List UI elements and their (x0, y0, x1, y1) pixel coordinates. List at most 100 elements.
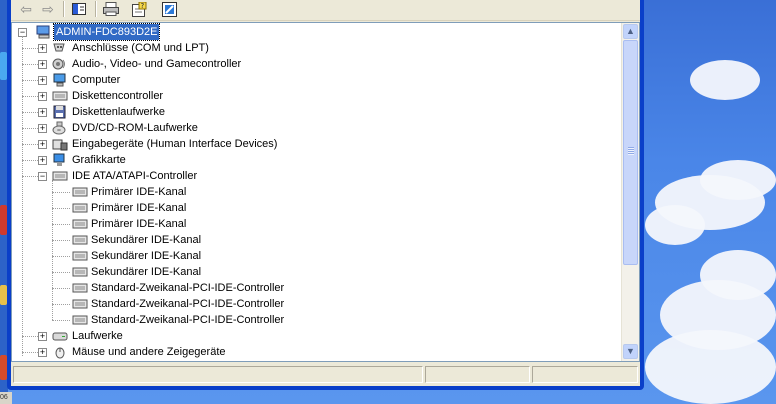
ide-channel-icon (72, 217, 88, 231)
tree-item-label: Sekundärer IDE-Kanal (91, 266, 202, 278)
tree-item-label: ADMIN-FDC893D2E (52, 23, 161, 41)
scroll-down-button[interactable]: ▼ (623, 344, 638, 359)
tree-item-label: Sekundärer IDE-Kanal (91, 250, 202, 262)
tree-item-label: Sekundärer IDE-Kanal (91, 234, 202, 246)
display-icon (52, 153, 68, 167)
tree-device-item[interactable]: Sekundärer IDE-Kanal (12, 264, 612, 280)
tree-item-label: Computer (72, 74, 121, 86)
tree-device-item[interactable]: Sekundärer IDE-Kanal (12, 232, 612, 248)
expand-toggle-icon[interactable]: + (38, 44, 47, 53)
vertical-scrollbar[interactable]: ▲ ▼ (621, 23, 639, 361)
ide-controller-icon (52, 169, 68, 183)
expand-toggle-icon[interactable]: + (38, 60, 47, 69)
collapse-toggle-icon[interactable]: − (38, 172, 47, 181)
forward-arrow-icon[interactable]: ⇨ (37, 0, 59, 19)
ide-channel-icon (72, 265, 88, 279)
tree-device-item[interactable]: Standard-Zweikanal-PCI-IDE-Controller (12, 296, 612, 312)
tree-connector-line (52, 304, 70, 305)
port-icon (52, 41, 68, 55)
desktop-icon[interactable] (0, 205, 7, 235)
audio-icon (52, 57, 68, 71)
tree-connector-line (52, 224, 70, 225)
tree-device-item[interactable]: Sekundärer IDE-Kanal (12, 248, 612, 264)
ide-channel-icon (72, 201, 88, 215)
svg-text:?: ? (141, 2, 145, 10)
tree-connector-line (52, 208, 70, 209)
cdrom-icon (52, 121, 68, 135)
device-tree[interactable]: − ADMIN-FDC893D2E + Anschlüsse (COM und LPT… (12, 23, 623, 361)
tree-item-label: Anschlüsse (COM und LPT) (72, 42, 209, 54)
expand-toggle-icon[interactable]: + (38, 156, 47, 165)
drive-icon (52, 329, 68, 343)
properties-icon[interactable]: ? (128, 0, 150, 19)
tree-category-item[interactable]: + Diskettenlaufwerke (12, 104, 612, 120)
ide-channel-icon (72, 281, 88, 295)
tree-item-label: Diskettencontroller (72, 90, 164, 102)
tree-connector-line (52, 240, 70, 241)
expand-toggle-icon[interactable]: + (38, 348, 47, 357)
tree-category-item[interactable]: + Mäuse und andere Zeigegeräte (12, 344, 612, 360)
tree-category-item[interactable]: − IDE ATA/ATAPI-Controller (12, 168, 612, 184)
toolbar-separator (63, 1, 65, 17)
tree-connector-line (52, 256, 70, 257)
ide-channel-icon (72, 313, 88, 327)
scrollbar-thumb[interactable] (623, 40, 638, 265)
status-pane-main (13, 366, 423, 383)
computer-icon (36, 25, 52, 39)
tree-item-label: IDE ATA/ATAPI-Controller (72, 170, 198, 182)
toolbar-separator (95, 1, 97, 17)
tree-item-label: Standard-Zweikanal-PCI-IDE-Controller (91, 298, 285, 310)
tree-device-item[interactable]: Primärer IDE-Kanal (12, 184, 612, 200)
taskbar-corner-text: 06 (0, 394, 8, 401)
tree-item-label: Diskettenlaufwerke (72, 106, 165, 118)
desktop-icon[interactable] (0, 355, 7, 380)
controller-icon (52, 89, 68, 103)
hid-icon (52, 137, 68, 151)
tree-item-label: Grafikkarte (72, 154, 126, 166)
update-driver-icon[interactable] (159, 0, 181, 19)
tree-device-item[interactable]: Standard-Zweikanal-PCI-IDE-Controller (12, 312, 612, 328)
tree-device-item[interactable]: Primärer IDE-Kanal (12, 200, 612, 216)
tree-category-item[interactable]: + Audio-, Video- und Gamecontroller (12, 56, 612, 72)
tree-category-item[interactable]: + Eingabegeräte (Human Interface Devices) (12, 136, 612, 152)
tree-device-item[interactable]: Standard-Zweikanal-PCI-IDE-Controller (12, 280, 612, 296)
tree-item-label: Standard-Zweikanal-PCI-IDE-Controller (91, 314, 285, 326)
mouse-icon (52, 345, 68, 359)
expand-toggle-icon[interactable]: + (38, 124, 47, 133)
expand-toggle-icon[interactable]: + (38, 76, 47, 85)
show-hide-console-tree-icon[interactable] (68, 0, 90, 19)
tree-category-item[interactable]: + Laufwerke (12, 328, 612, 344)
ide-channel-icon (72, 185, 88, 199)
scroll-up-button[interactable]: ▲ (623, 24, 638, 39)
tree-item-label: Mäuse und andere Zeigegeräte (72, 346, 226, 358)
tree-connector-line (52, 272, 70, 273)
tree-category-item[interactable]: + Computer (12, 72, 612, 88)
tree-category-item[interactable]: + DVD/CD-ROM-Laufwerke (12, 120, 612, 136)
tree-root-item[interactable]: − ADMIN-FDC893D2E (12, 23, 612, 41)
status-pane-tertiary (532, 366, 638, 383)
taskbar-corner: 06 (0, 392, 12, 404)
ide-channel-icon (72, 249, 88, 263)
desktop-icon[interactable] (0, 285, 7, 305)
expand-toggle-icon[interactable]: + (38, 92, 47, 101)
status-bar (11, 364, 640, 386)
tree-connector-line (52, 192, 70, 193)
device-manager-window: ⇦ ⇨ ? − ADMIN-FDC893D2E + Anschlüsse (COM u… (7, 0, 644, 390)
tree-item-label: DVD/CD-ROM-Laufwerke (72, 122, 198, 134)
tree-category-item[interactable]: + Diskettencontroller (12, 88, 612, 104)
ide-channel-icon (72, 233, 88, 247)
expand-toggle-icon[interactable]: + (38, 108, 47, 117)
tree-item-label: Standard-Zweikanal-PCI-IDE-Controller (91, 282, 285, 294)
tree-item-label: Primärer IDE-Kanal (91, 186, 187, 198)
expand-toggle-icon[interactable]: + (38, 332, 47, 341)
desktop-icon[interactable] (0, 52, 7, 80)
tree-device-item[interactable]: Primärer IDE-Kanal (12, 216, 612, 232)
tree-item-label: Audio-, Video- und Gamecontroller (72, 58, 242, 70)
print-icon[interactable] (100, 0, 122, 19)
tree-category-item[interactable]: + Anschlüsse (COM und LPT) (12, 40, 612, 56)
back-arrow-icon[interactable]: ⇦ (15, 0, 37, 19)
tree-category-item[interactable]: + Grafikkarte (12, 152, 612, 168)
ide-channel-icon (72, 297, 88, 311)
status-pane-secondary (425, 366, 530, 383)
expand-toggle-icon[interactable]: + (38, 140, 47, 149)
